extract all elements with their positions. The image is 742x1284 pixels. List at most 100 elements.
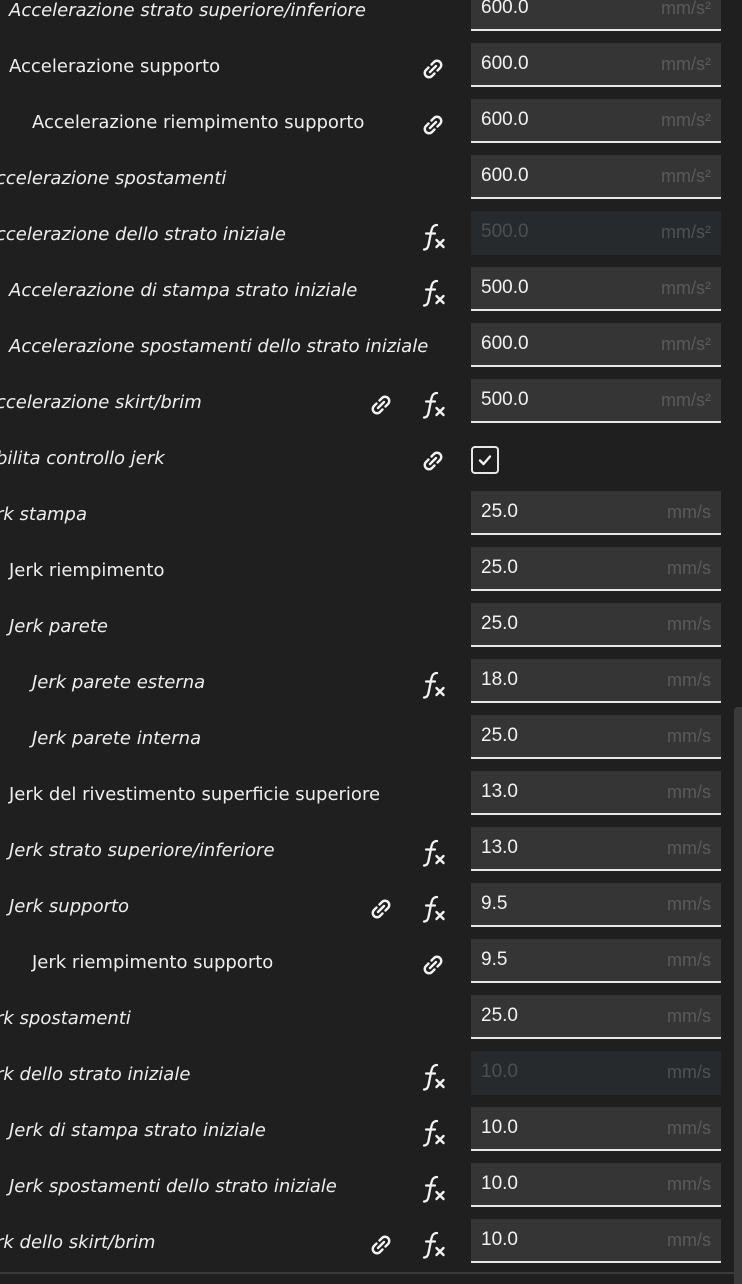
setting-value-field[interactable]: 18.0 mm/s	[471, 659, 721, 703]
setting-unit: mm/s²	[661, 222, 711, 242]
setting-row: Jerk parete interna 25.0 mm/s	[0, 713, 742, 769]
setting-value-field[interactable]: 25.0 mm/s	[471, 715, 721, 759]
setting-value: 600.0	[481, 165, 529, 186]
function-icon[interactable]	[419, 391, 449, 419]
setting-label: Accelerazione supporto	[9, 56, 221, 77]
setting-row: Accelerazione di stampa strato iniziale 5…	[0, 265, 742, 321]
setting-label: rk dello strato iniziale	[0, 1064, 191, 1085]
setting-value: 25.0	[481, 613, 518, 634]
function-icon[interactable]	[419, 1175, 449, 1203]
setting-unit: mm/s²	[661, 0, 711, 18]
setting-value-field[interactable]: 13.0 mm/s	[471, 827, 721, 871]
setting-value-field[interactable]: 25.0 mm/s	[471, 995, 721, 1039]
setting-unit: mm/s	[667, 838, 711, 858]
setting-value: 500.0	[481, 389, 529, 410]
setting-value-field[interactable]: 10.0 mm/s	[471, 1219, 721, 1263]
link-icon[interactable]	[418, 55, 448, 83]
setting-value-field: 10.0 mm/s	[471, 1051, 721, 1095]
setting-value-field[interactable]: 9.5 mm/s	[471, 883, 721, 927]
settings-panel: Accelerazione strato superiore/inferiore…	[0, 0, 742, 1284]
setting-value: 10.0	[481, 1229, 518, 1250]
link-icon[interactable]	[366, 391, 396, 419]
setting-value-field[interactable]: 25.0 mm/s	[471, 603, 721, 647]
setting-row: Accelerazione spostamenti dello strato i…	[0, 321, 742, 377]
link-icon[interactable]	[366, 895, 396, 923]
setting-value-field[interactable]: 600.0 mm/s²	[471, 0, 721, 31]
setting-value: 10.0	[481, 1173, 518, 1194]
setting-value: 10.0	[481, 1117, 518, 1138]
setting-label: Jerk supporto	[9, 896, 130, 917]
setting-value: 13.0	[481, 781, 518, 802]
setting-value-field[interactable]: 10.0 mm/s	[471, 1163, 721, 1207]
setting-unit: mm/s	[667, 558, 711, 578]
setting-unit: mm/s	[667, 894, 711, 914]
function-icon[interactable]	[419, 1063, 449, 1091]
setting-label: Jerk parete	[9, 616, 108, 637]
setting-value-field[interactable]: 25.0 mm/s	[471, 547, 721, 591]
setting-unit: mm/s	[667, 1062, 711, 1082]
setting-row: rk spostamenti 25.0 mm/s	[0, 993, 742, 1049]
link-icon[interactable]	[366, 1231, 396, 1259]
setting-value: 25.0	[481, 1005, 518, 1026]
setting-label: rk spostamenti	[0, 1008, 131, 1029]
function-icon[interactable]	[419, 279, 449, 307]
function-icon[interactable]	[419, 223, 449, 251]
setting-value-field[interactable]: 600.0 mm/s²	[471, 323, 721, 367]
setting-unit: mm/s	[667, 950, 711, 970]
setting-label: Jerk del rivestimento superficie superio…	[9, 784, 381, 805]
setting-row: rk dello strato iniziale 10.0 mm/s	[0, 1049, 742, 1105]
setting-value: 600.0	[481, 333, 529, 354]
setting-unit: mm/s	[667, 1118, 711, 1138]
setting-label: Jerk parete esterna	[32, 672, 206, 693]
setting-unit: mm/s²	[661, 390, 711, 410]
function-icon[interactable]	[419, 839, 449, 867]
setting-value-field[interactable]: 9.5 mm/s	[471, 939, 721, 983]
setting-label: Jerk parete interna	[32, 728, 202, 749]
setting-label: Accelerazione spostamenti dello strato i…	[9, 336, 429, 357]
function-icon[interactable]	[419, 671, 449, 699]
setting-label: Jerk riempimento	[9, 560, 165, 581]
setting-unit: mm/s	[667, 670, 711, 690]
setting-unit: mm/s	[667, 1006, 711, 1026]
setting-value-field[interactable]: 500.0 mm/s²	[471, 379, 721, 423]
setting-value: 9.5	[481, 893, 508, 914]
setting-row: rk stampa 25.0 mm/s	[0, 489, 742, 545]
setting-row: ccelerazione skirt/brim 500.0 mm/s²	[0, 377, 742, 433]
setting-row: bilita controllo jerk	[0, 433, 742, 489]
setting-row: Accelerazione riempimento supporto 600.0 m…	[0, 97, 742, 153]
setting-unit: mm/s²	[661, 54, 711, 74]
jerk-control-checkbox[interactable]	[471, 446, 499, 474]
setting-unit: mm/s²	[661, 166, 711, 186]
setting-row: Jerk riempimento supporto 9.5 mm/s	[0, 937, 742, 993]
setting-value-field[interactable]: 10.0 mm/s	[471, 1107, 721, 1151]
setting-unit: mm/s	[667, 726, 711, 746]
link-icon[interactable]	[418, 951, 448, 979]
setting-value: 10.0	[481, 1061, 518, 1082]
setting-row: Jerk riempimento 25.0 mm/s	[0, 545, 742, 601]
function-icon[interactable]	[419, 895, 449, 923]
setting-label: Jerk riempimento supporto	[32, 952, 274, 973]
setting-unit: mm/s	[667, 1230, 711, 1250]
setting-label: rk stampa	[0, 504, 88, 525]
setting-value-field[interactable]: 13.0 mm/s	[471, 771, 721, 815]
setting-value: 500.0	[481, 277, 529, 298]
setting-row: Jerk supporto 9.5 mm/s	[0, 881, 742, 937]
setting-row: rk dello skirt/brim 10.0 mm/s	[0, 1217, 742, 1273]
setting-label: Accelerazione di stampa strato iniziale	[9, 280, 358, 301]
function-icon[interactable]	[419, 1119, 449, 1147]
link-icon[interactable]	[418, 447, 448, 475]
setting-label: rk dello skirt/brim	[0, 1232, 156, 1253]
setting-value-field[interactable]: 600.0 mm/s²	[471, 155, 721, 199]
setting-unit: mm/s	[667, 502, 711, 522]
setting-value-field[interactable]: 600.0 mm/s²	[471, 99, 721, 143]
link-icon[interactable]	[418, 111, 448, 139]
vertical-scrollbar[interactable]	[734, 707, 742, 1284]
setting-value: 18.0	[481, 669, 518, 690]
setting-value-field[interactable]: 600.0 mm/s²	[471, 43, 721, 87]
setting-label: Jerk di stampa strato iniziale	[9, 1120, 266, 1141]
setting-value-field[interactable]: 25.0 mm/s	[471, 491, 721, 535]
setting-value: 500.0	[481, 221, 529, 242]
setting-label: Jerk spostamenti dello strato iniziale	[9, 1176, 337, 1197]
setting-value-field[interactable]: 500.0 mm/s²	[471, 267, 721, 311]
function-icon[interactable]	[419, 1231, 449, 1259]
